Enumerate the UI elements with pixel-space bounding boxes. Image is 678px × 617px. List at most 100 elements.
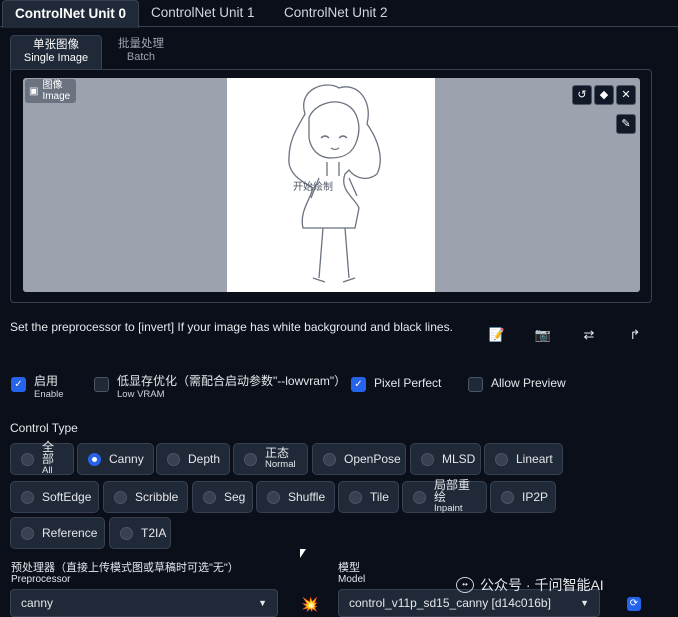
radio-ip2p[interactable]: IP2P — [490, 481, 556, 513]
radio-normal-en: Normal — [265, 459, 296, 470]
radio-ip2p-label: IP2P — [522, 490, 549, 504]
radio-scribble[interactable]: Scribble — [103, 481, 188, 513]
tab-single-image[interactable]: 单张图像 Single Image — [10, 35, 102, 70]
edit-icon[interactable]: 📝 — [486, 324, 508, 346]
preprocessor-label-cn: 预处理器（直接上传模式图或草稿时可选"无"） — [11, 562, 239, 574]
model-label-cn: 模型 — [338, 562, 360, 574]
radio-depth[interactable]: Depth — [156, 443, 230, 475]
run-preprocessor-icon[interactable]: 💥 — [301, 596, 318, 613]
radio-normal-cn: 正态 — [265, 446, 290, 460]
mouse-cursor-icon — [300, 549, 306, 558]
radio-mlsd[interactable]: MLSD — [410, 443, 481, 475]
enable-check-icon[interactable]: ✓ — [11, 377, 26, 392]
radio-seg-label: Seg — [224, 490, 246, 504]
undo-icon[interactable]: ↺ — [572, 85, 592, 105]
image-label-cn: 图像 — [42, 80, 63, 91]
enable-label-cn: 启用 — [34, 374, 59, 388]
radio-dot[interactable] — [421, 452, 434, 466]
radio-all[interactable]: 全部 All — [10, 440, 74, 476]
radio-dot[interactable] — [244, 452, 257, 466]
radio-seg[interactable]: Seg — [192, 481, 253, 513]
controlnet-panel: 单张图像 Single Image 批量处理 Batch ▣ 图像 Image … — [0, 27, 666, 617]
radio-dot[interactable] — [203, 490, 216, 504]
radio-inpaint-cn: 局部重绘 — [434, 478, 471, 504]
preprocessor-label-en: Preprocessor — [11, 574, 71, 585]
tab-batch-cn: 批量处理 — [118, 38, 164, 50]
control-type-label: Control Type — [10, 421, 78, 435]
tab-controlnet-unit-1[interactable]: ControlNet Unit 1 — [139, 0, 267, 26]
tab-controlnet-unit-2[interactable]: ControlNet Unit 2 — [272, 0, 400, 26]
radio-tile-label: Tile — [370, 490, 389, 504]
allow-preview-check-icon[interactable] — [468, 377, 483, 392]
radio-reference-label: Reference — [42, 526, 98, 540]
image-icon: ▣ — [29, 85, 39, 97]
image-canvas[interactable]: ▣ 图像 Image 开始绘制 ↺ ◆ ✕ ✎ — [23, 78, 640, 292]
pixel-perfect-label: Pixel Perfect — [374, 376, 442, 390]
brush-icon[interactable]: ✎ — [616, 114, 636, 134]
radio-shuffle-label: Shuffle — [288, 490, 326, 504]
swap-icon[interactable]: ⇄ — [578, 324, 600, 346]
model-label-en: Model — [338, 574, 366, 585]
radio-inpaint[interactable]: 局部重绘 Inpaint — [402, 478, 487, 514]
radio-tile[interactable]: Tile — [338, 481, 399, 513]
enable-label-en: Enable — [34, 389, 64, 400]
tab-controlnet-unit-0[interactable]: ControlNet Unit 0 — [2, 0, 139, 28]
radio-canny[interactable]: Canny — [77, 443, 154, 475]
eraser-icon[interactable]: ◆ — [594, 85, 614, 105]
radio-dot[interactable] — [21, 490, 34, 504]
pixel-perfect-checkbox[interactable]: ✓ Pixel Perfect — [351, 375, 441, 392]
allow-preview-checkbox[interactable]: Allow Preview — [468, 375, 566, 392]
tab-single-image-en: Single Image — [23, 52, 89, 64]
preprocessor-hint: Set the preprocessor to [invert] If your… — [10, 320, 453, 334]
preprocessor-value: canny — [21, 596, 54, 610]
low-vram-label-cn: 低显存优化（需配合启动参数"--lowvram"） — [117, 374, 347, 388]
preprocessor-select[interactable]: canny ▼ — [10, 589, 278, 617]
mode-tab-bar: 单张图像 Single Image 批量处理 Batch — [10, 35, 650, 70]
radio-dot[interactable] — [21, 452, 34, 466]
pixel-perfect-check-icon[interactable]: ✓ — [351, 377, 366, 392]
close-icon[interactable]: ✕ — [616, 85, 636, 105]
radio-all-cn: 全部 — [42, 440, 55, 466]
radio-dot[interactable] — [323, 452, 336, 466]
tab-batch[interactable]: 批量处理 Batch — [106, 35, 176, 69]
chevron-down-icon[interactable]: ▼ — [258, 590, 267, 616]
send-icon[interactable]: ↱ — [624, 324, 646, 346]
radio-dot[interactable] — [21, 526, 34, 540]
enable-checkbox[interactable]: ✓ 启用 Enable — [11, 375, 64, 401]
image-upload-box: ▣ 图像 Image 开始绘制 ↺ ◆ ✕ ✎ — [10, 69, 652, 303]
radio-dot[interactable] — [167, 452, 180, 466]
radio-dot[interactable] — [120, 526, 133, 540]
radio-mlsd-label: MLSD — [442, 452, 476, 466]
model-label: 模型 Model — [338, 562, 365, 586]
low-vram-label-en: Low VRAM — [117, 389, 165, 400]
radio-shuffle[interactable]: Shuffle — [256, 481, 335, 513]
tab-single-image-cn: 单张图像 — [33, 39, 79, 51]
refresh-icon[interactable]: ⟳ — [627, 597, 641, 611]
camera-icon[interactable]: 📷 — [532, 324, 554, 346]
radio-lineart[interactable]: Lineart — [484, 443, 563, 475]
radio-dot[interactable] — [267, 490, 280, 504]
tab-batch-en: Batch — [126, 51, 156, 63]
allow-preview-label: Allow Preview — [491, 376, 566, 390]
radio-scribble-label: Scribble — [135, 490, 179, 504]
watermark-text: 公众号 · 千问智能AI — [480, 577, 604, 593]
radio-dot-selected[interactable] — [88, 452, 101, 466]
radio-lineart-label: Lineart — [516, 452, 553, 466]
image-label: ▣ 图像 Image — [25, 79, 77, 103]
radio-dot[interactable] — [114, 490, 127, 504]
radio-dot[interactable] — [501, 490, 514, 504]
radio-dot[interactable] — [349, 490, 362, 504]
radio-openpose[interactable]: OpenPose — [312, 443, 406, 475]
radio-depth-label: Depth — [188, 452, 221, 466]
low-vram-checkbox[interactable]: 低显存优化（需配合启动参数"--lowvram"） Low VRAM — [94, 375, 346, 401]
radio-reference[interactable]: Reference — [10, 517, 105, 549]
radio-dot[interactable] — [495, 452, 508, 466]
radio-normal[interactable]: 正态 Normal — [233, 443, 308, 475]
watermark: •• 公众号 · 千问智能AI — [456, 575, 604, 595]
low-vram-check-icon[interactable] — [94, 377, 109, 392]
radio-t2ia[interactable]: T2IA — [109, 517, 171, 549]
radio-dot[interactable] — [413, 490, 426, 504]
preprocessor-label: 预处理器（直接上传模式图或草稿时可选"无"） Preprocessor — [11, 562, 239, 586]
radio-inpaint-en: Inpaint — [434, 503, 463, 514]
radio-softedge[interactable]: SoftEdge — [10, 481, 99, 513]
